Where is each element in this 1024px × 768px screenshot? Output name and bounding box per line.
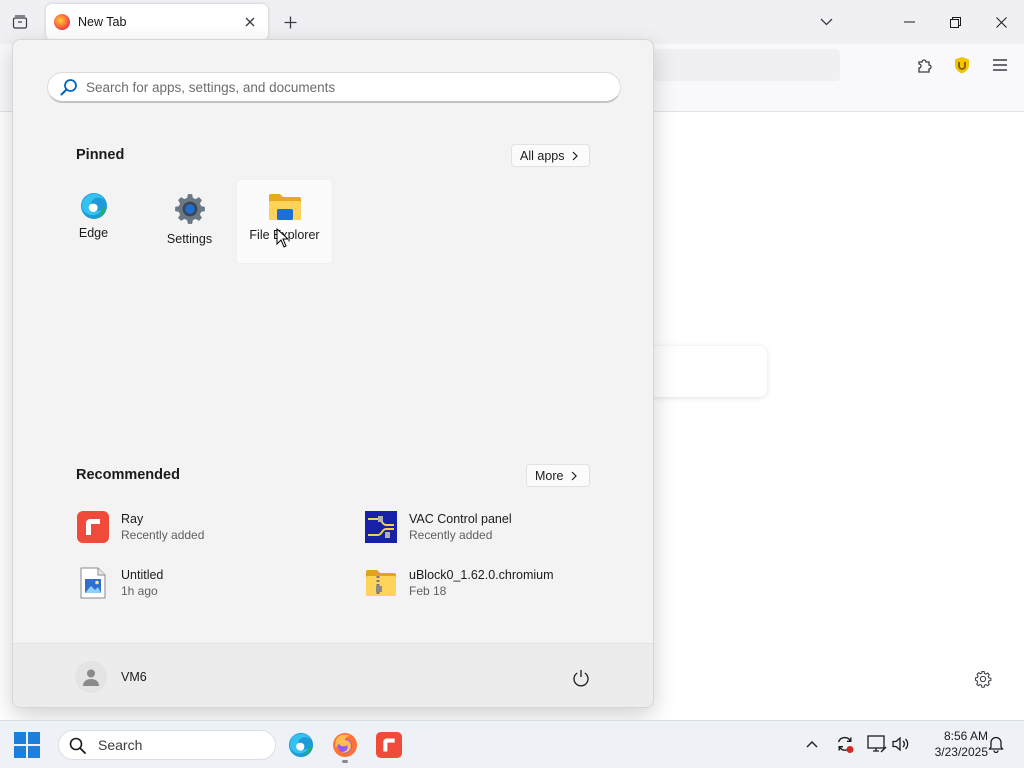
edge-icon (80, 193, 107, 219)
start-search-input[interactable] (86, 79, 586, 95)
edge-icon (288, 732, 314, 758)
pinned-section-title: Pinned (76, 147, 125, 163)
user-account-button[interactable]: VM6 (75, 661, 147, 693)
taskbar-ray-button[interactable] (374, 730, 404, 760)
recommended-item-subtitle: Recently added (121, 528, 205, 542)
gear-icon (974, 670, 992, 688)
bell-icon (988, 736, 1004, 753)
start-menu-footer: VM6 (13, 643, 653, 707)
user-name: VM6 (121, 670, 147, 684)
taskbar-search-box[interactable]: Search (58, 730, 276, 760)
sync-status-button[interactable] (834, 733, 856, 755)
address-bar[interactable] (648, 49, 840, 81)
speaker-icon (892, 736, 909, 752)
volume-button[interactable] (890, 733, 912, 755)
taskbar: Search 8:56 AM 3/23/2025 (0, 720, 1024, 768)
zip-folder-icon (364, 566, 398, 600)
clock[interactable]: 8:56 AM 3/23/2025 (918, 728, 988, 760)
taskbar-firefox-button[interactable] (330, 730, 360, 760)
restore-button[interactable] (932, 0, 978, 44)
search-icon (60, 79, 77, 96)
vac-control-panel-icon (364, 510, 398, 544)
recommended-item-subtitle: Recently added (409, 528, 493, 542)
ublock-origin-button[interactable] (949, 52, 975, 78)
tabs-overflow-button[interactable] (814, 10, 838, 34)
recommended-item-name: uBlock0_1.62.0.chromium (409, 568, 554, 582)
ray-app-icon (76, 510, 110, 544)
close-window-button[interactable] (978, 0, 1024, 44)
all-apps-label: All apps (520, 148, 565, 163)
recommended-item-ublock[interactable]: uBlock0_1.62.0.chromium Feb 18 (364, 563, 604, 603)
recommended-item-untitled[interactable]: Untitled 1h ago (76, 563, 316, 603)
list-all-tabs-button[interactable] (6, 8, 34, 36)
more-label: More (535, 468, 564, 483)
clock-date: 3/23/2025 (934, 745, 988, 759)
plus-icon (284, 16, 296, 28)
start-search-box[interactable] (47, 72, 621, 103)
windows-logo-icon (14, 732, 40, 758)
show-hidden-icons-button[interactable] (801, 733, 823, 755)
image-file-icon (76, 566, 110, 600)
puzzle-piece-icon (918, 59, 932, 73)
close-icon (995, 16, 1007, 28)
recommended-item-name: Untitled (121, 568, 164, 582)
recommended-item-name: VAC Control panel (409, 512, 512, 526)
close-tab-button[interactable] (240, 12, 260, 32)
chevron-right-icon (573, 151, 579, 160)
restore-icon (949, 16, 961, 28)
app-menu-button[interactable] (987, 52, 1013, 78)
close-icon (245, 17, 255, 27)
taskbar-edge-button[interactable] (286, 730, 316, 760)
chevron-down-icon (820, 18, 832, 26)
pinned-app-label: Edge (78, 226, 109, 240)
hamburger-menu-icon (993, 59, 1007, 71)
power-icon (573, 670, 589, 687)
all-apps-button[interactable]: All apps (511, 144, 590, 167)
firefox-icon (54, 14, 70, 30)
recommended-item-name: Ray (121, 512, 144, 526)
ray-app-icon (376, 732, 402, 758)
tab-title: New Tab (78, 15, 127, 29)
settings-gear-icon (174, 194, 205, 224)
file-explorer-icon (268, 194, 301, 220)
taskbar-search-label: Search (98, 737, 143, 753)
avatar (75, 661, 107, 693)
tab-list-icon (12, 15, 28, 29)
recommended-item-ray[interactable]: Ray Recently added (76, 507, 316, 547)
sync-icon (837, 736, 854, 753)
new-tab-settings-button[interactable] (970, 666, 996, 692)
network-ethernet-icon (867, 735, 887, 753)
extensions-button[interactable] (912, 52, 938, 78)
browser-tab-bar: New Tab (0, 0, 1024, 44)
network-button[interactable] (866, 733, 888, 755)
ublock-shield-icon (955, 57, 969, 74)
browser-tab[interactable]: New Tab (46, 4, 268, 40)
chevron-right-icon (572, 471, 578, 480)
chevron-up-icon (806, 741, 818, 748)
pinned-app-settings[interactable]: Settings (142, 180, 237, 263)
clock-time: 8:56 AM (943, 729, 988, 743)
mouse-cursor-icon (276, 228, 288, 248)
new-tab-shortcut-card[interactable] (640, 346, 767, 397)
recommended-item-vac-control-panel[interactable]: VAC Control panel Recently added (364, 507, 604, 547)
pinned-app-file-explorer[interactable]: File Explorer (237, 180, 332, 263)
start-menu: Pinned All apps Edge Settings File Explo… (12, 39, 654, 708)
minimize-icon (903, 21, 915, 23)
running-indicator (342, 760, 348, 763)
pinned-app-edge[interactable]: Edge (46, 180, 141, 263)
more-recommended-button[interactable]: More (526, 464, 590, 487)
new-tab-button[interactable] (278, 10, 302, 34)
user-icon (83, 669, 99, 686)
recommended-section-title: Recommended (76, 467, 180, 483)
power-button[interactable] (569, 666, 593, 690)
start-button[interactable] (14, 732, 40, 758)
minimize-button[interactable] (886, 0, 932, 44)
recommended-item-subtitle: 1h ago (121, 584, 158, 598)
pinned-app-label: Settings (166, 232, 213, 246)
recommended-item-subtitle: Feb 18 (409, 584, 447, 598)
search-icon (69, 737, 86, 754)
notifications-button[interactable] (985, 733, 1007, 755)
firefox-icon (333, 733, 357, 757)
